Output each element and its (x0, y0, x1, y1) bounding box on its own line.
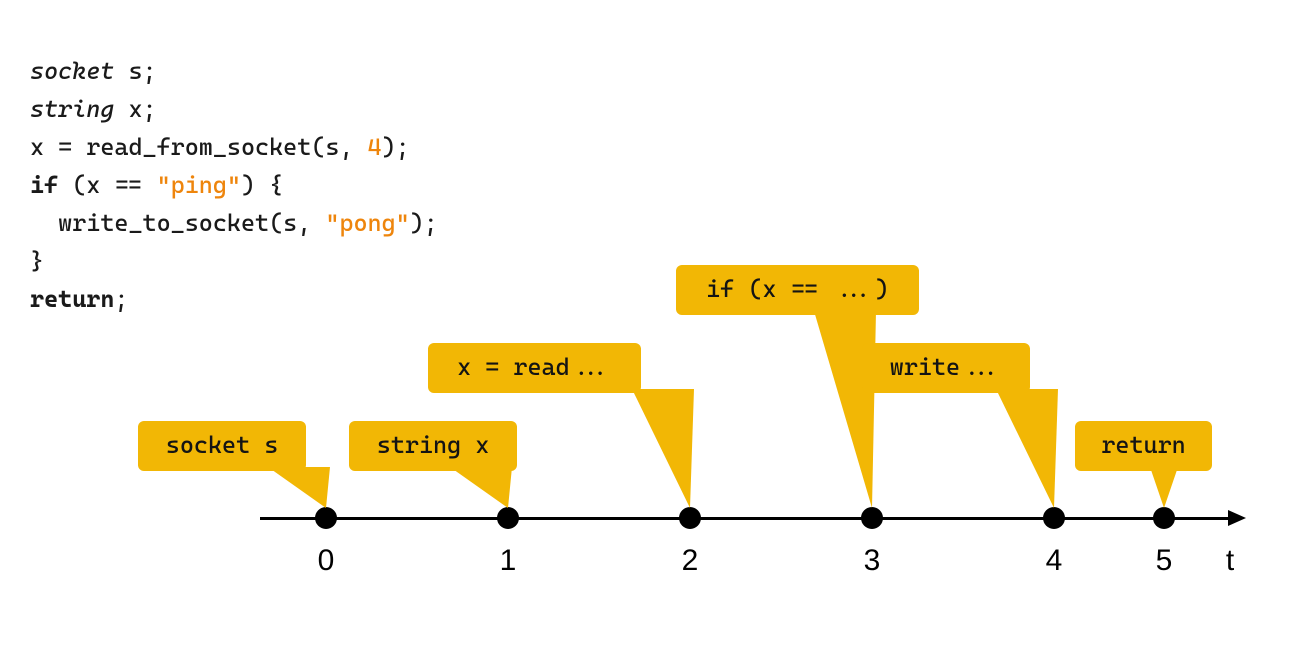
timeline-callout: return (1075, 421, 1212, 471)
timeline-tick-dot (861, 507, 883, 529)
timeline-callout: string x (349, 421, 517, 471)
timeline-callout: x = read... (428, 343, 641, 393)
timeline-tick-dot (679, 507, 701, 529)
timeline-tick-label: 2 (682, 544, 699, 578)
timeline-callout-pointer-icon (1150, 467, 1178, 508)
timeline-tick-label: 5 (1156, 544, 1173, 578)
timeline-tick-label: 4 (1046, 544, 1063, 578)
timeline-diagram: 0 1 2 3 4 5 t socket s string x x = read... if (x … (0, 0, 1300, 656)
timeline-callout-pointer-icon (814, 311, 876, 508)
timeline-callout-pointer-icon (632, 389, 694, 508)
timeline-callout-pointer-icon (268, 467, 330, 508)
timeline-t-label: t (1226, 544, 1234, 578)
timeline-tick-dot (315, 507, 337, 529)
timeline-tick-dot (1043, 507, 1065, 529)
timeline-axis (260, 517, 1232, 520)
timeline-tick-dot (497, 507, 519, 529)
timeline-callout: socket s (138, 421, 306, 471)
timeline-arrowhead-icon (1228, 510, 1246, 526)
timeline-callout-pointer-icon (450, 467, 512, 508)
timeline-callout-pointer-icon (996, 389, 1058, 508)
timeline-callout: write... (862, 343, 1030, 393)
timeline-tick-label: 0 (318, 544, 335, 578)
timeline-tick-dot (1153, 507, 1175, 529)
timeline-tick-label: 1 (500, 544, 517, 578)
timeline-tick-label: 3 (864, 544, 881, 578)
timeline-callout: if (x == ...) (676, 265, 919, 315)
